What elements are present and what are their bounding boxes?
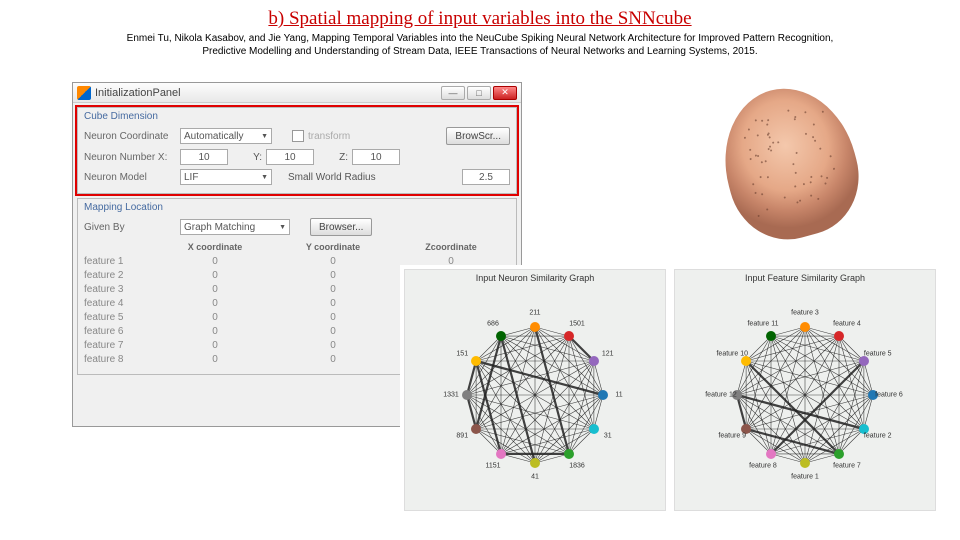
node-label: 11: [615, 391, 622, 398]
graph-node: [800, 322, 810, 332]
neuron-model-label: Neuron Model: [84, 172, 176, 183]
graph-node: [589, 356, 599, 366]
swr-label: Small World Radius: [288, 172, 376, 183]
node-label: 41: [531, 473, 539, 480]
node-label: 1836: [569, 462, 585, 469]
matlab-icon: [77, 86, 91, 100]
given-by-label: Given By: [84, 222, 176, 233]
neuron-coord-select[interactable]: Automatically▼: [180, 128, 272, 144]
node-label: 891: [456, 432, 468, 439]
neuron-similarity-graph: Input Neuron Similarity Graph 211 1501 121…: [404, 269, 666, 511]
chevron-down-icon: ▼: [279, 224, 286, 231]
graph-node: [530, 458, 540, 468]
graph-node: [859, 356, 869, 366]
transform-checkbox[interactable]: [292, 130, 304, 142]
group-label: Mapping Location: [84, 202, 510, 213]
graph-node: [834, 449, 844, 459]
swr-input[interactable]: 2.5: [462, 169, 510, 185]
node-label: 1501: [569, 320, 585, 327]
neuron-coord-label: Neuron Coordinate: [84, 131, 176, 142]
graph-node: [800, 458, 810, 468]
graph-node: [530, 322, 540, 332]
node-label: feature 7: [833, 462, 861, 469]
node-label: feature 6: [875, 391, 903, 398]
node-label: 686: [487, 320, 499, 327]
feature-similarity-graph: Input Feature Similarity Graph feature 3…: [674, 269, 936, 511]
z-input[interactable]: 10: [352, 149, 400, 165]
node-label: feature 10: [716, 350, 748, 357]
y-input[interactable]: 10: [266, 149, 314, 165]
graph-node: [496, 449, 506, 459]
graph-node: [496, 331, 506, 341]
neuron-model-select[interactable]: LIF▼: [180, 169, 272, 185]
brain-head-3d: [690, 88, 890, 243]
col-z: Zcoordinate: [392, 242, 510, 252]
chevron-down-icon: ▼: [261, 133, 268, 140]
node-label: 1331: [443, 391, 459, 398]
node-label: 211: [529, 309, 540, 316]
node-label: feature 11: [747, 320, 778, 327]
y-label: Y:: [232, 152, 262, 163]
slide-title: b) Spatial mapping of input variables in…: [0, 0, 960, 30]
cube-dimension-group: Cube Dimension Neuron Coordinate Automat…: [77, 107, 517, 194]
chevron-down-icon: ▼: [261, 174, 268, 181]
similarity-graphs: Input Neuron Similarity Graph 211 1501 121…: [400, 265, 940, 515]
window-title: InitializationPanel: [95, 87, 437, 99]
graph-title: Input Feature Similarity Graph: [675, 270, 935, 286]
node-label: 151: [456, 350, 468, 357]
graph-title: Input Neuron Similarity Graph: [405, 270, 665, 286]
transform-label: transform: [308, 131, 350, 142]
minimize-button[interactable]: —: [441, 86, 465, 100]
node-label: 31: [604, 432, 612, 439]
graph-node: [741, 356, 751, 366]
node-label: feature 2: [864, 432, 892, 439]
x-input[interactable]: 10: [180, 149, 228, 165]
window-titlebar: InitializationPanel — □ ✕: [73, 83, 521, 103]
graph-node: [598, 390, 608, 400]
browse-button[interactable]: BrowScr...: [446, 127, 510, 145]
col-y: Y coordinate: [274, 242, 392, 252]
node-label: feature 8: [749, 462, 777, 469]
z-label: Z:: [318, 152, 348, 163]
graph-node: [589, 424, 599, 434]
graph-node: [564, 331, 574, 341]
node-label: feature 1: [791, 473, 819, 480]
group-label: Cube Dimension: [84, 111, 510, 122]
graph-node: [834, 331, 844, 341]
graph-node: [471, 424, 481, 434]
col-x: X coordinate: [156, 242, 274, 252]
citation-text: Enmei Tu, Nikola Kasabov, and Jie Yang, …: [0, 30, 960, 62]
node-label: 1151: [485, 462, 500, 469]
graph-node: [471, 356, 481, 366]
graph-node: [462, 390, 472, 400]
given-by-select[interactable]: Graph Matching▼: [180, 219, 290, 235]
graph-node: [564, 449, 574, 459]
neuron-number-label: Neuron Number X:: [84, 152, 176, 163]
node-label: feature 12: [705, 391, 737, 398]
browser-button[interactable]: Browser...: [310, 218, 372, 236]
node-label: feature 9: [718, 432, 746, 439]
close-button[interactable]: ✕: [493, 86, 517, 100]
node-label: feature 4: [833, 320, 861, 327]
node-label: 121: [602, 350, 614, 357]
maximize-button[interactable]: □: [467, 86, 491, 100]
node-label: feature 5: [864, 350, 892, 357]
node-label: feature 3: [791, 309, 819, 316]
graph-node: [766, 331, 776, 341]
graph-node: [766, 449, 776, 459]
